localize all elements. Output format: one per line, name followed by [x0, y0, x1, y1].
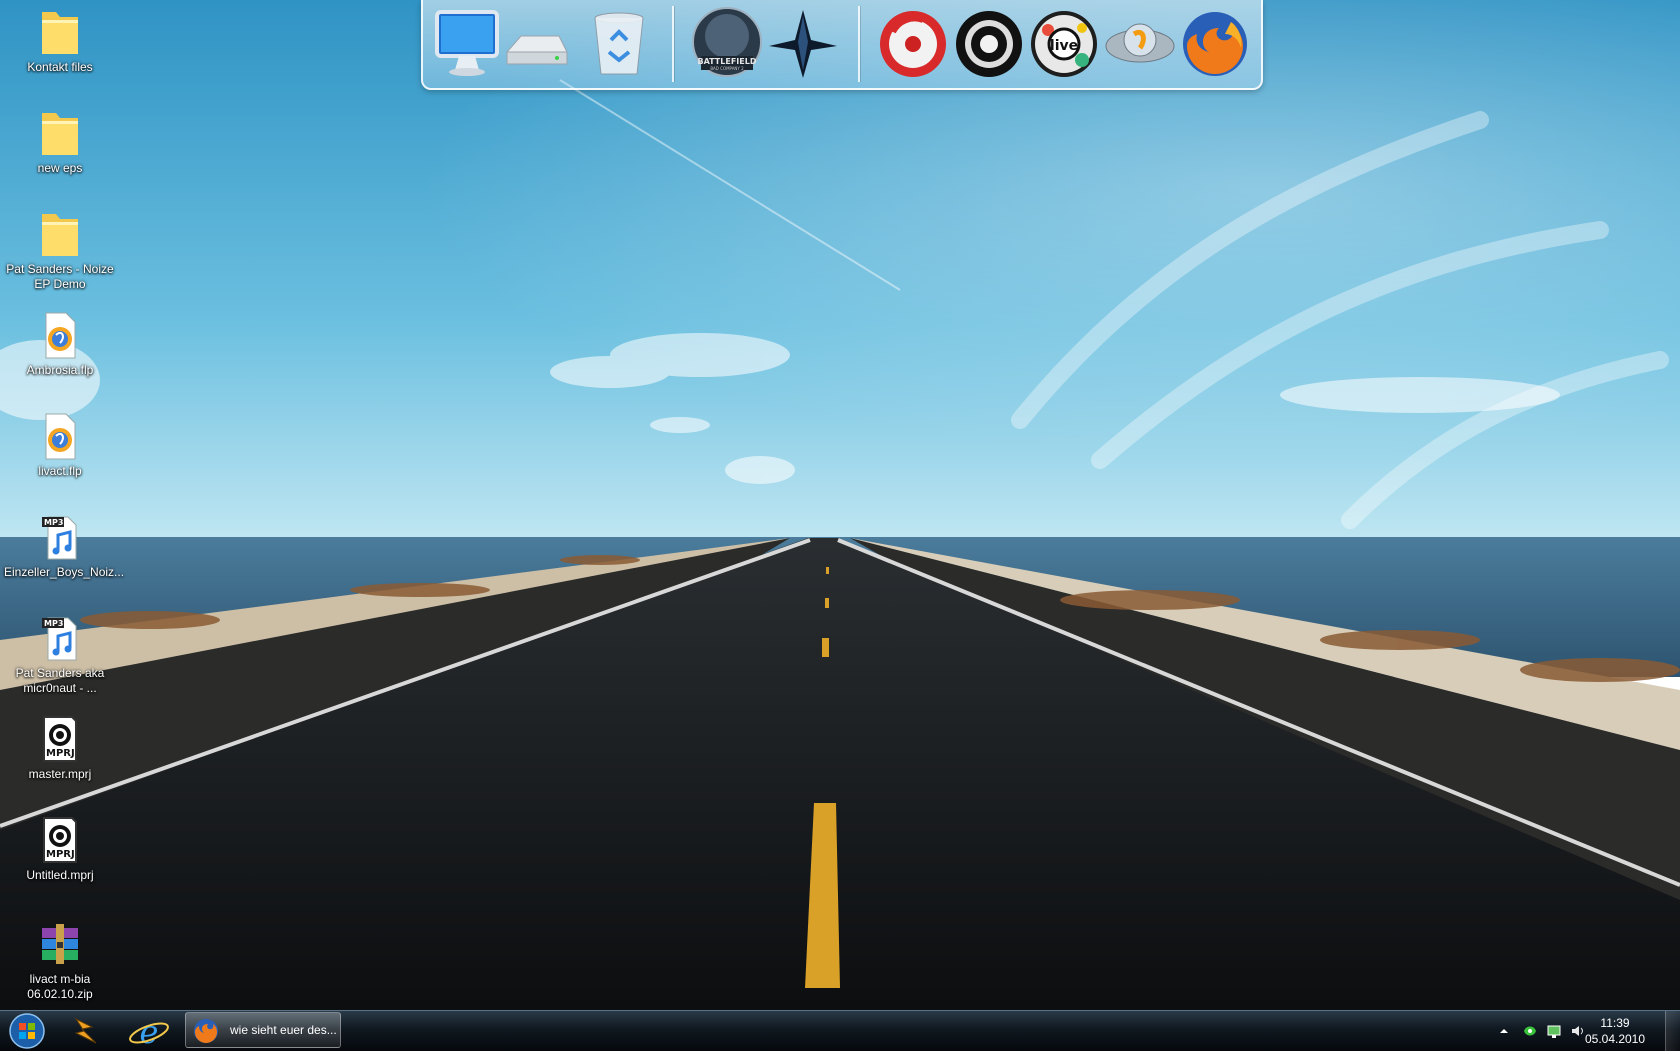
- folder-icon: [36, 208, 84, 260]
- desktop-icon-pat-sanders-mp3[interactable]: MP3 Pat Sanders aka micr0naut - ...: [2, 606, 118, 696]
- dock-item-star-app[interactable]: [767, 6, 839, 80]
- dock-item-drive[interactable]: [501, 6, 573, 80]
- winamp-icon: [74, 1017, 97, 1044]
- taskbar-pin-winamp[interactable]: [62, 1013, 112, 1049]
- dock-item-battlefield[interactable]: BATTLEFIELD BAD COMPANY 2: [691, 6, 763, 80]
- mp3-badge-text: MP3: [44, 619, 63, 628]
- desktop-icon-label: livact m-bia 06.02.10.zip: [27, 972, 93, 1001]
- dock-item-firefox[interactable]: [1179, 6, 1251, 80]
- star-app-icon: [769, 10, 837, 78]
- taskbar-clock[interactable]: 11:39 05.04.2010: [1580, 1015, 1650, 1047]
- desktop-icon-livact-zip[interactable]: livact m-bia 06.02.10.zip: [2, 912, 118, 1002]
- folder-icon: [36, 107, 84, 159]
- recycle-bin-icon: [594, 12, 644, 75]
- desktop-icon-master-mprj[interactable]: MPRJ master.mprj: [2, 707, 118, 782]
- desktop-icon-kontakt-files[interactable]: Kontakt files: [2, 0, 118, 75]
- dock-item-black-disc[interactable]: [953, 6, 1025, 80]
- dock-separator: [672, 6, 674, 82]
- fl-studio-file-icon: [36, 410, 84, 462]
- mp3-file-icon: MP3: [36, 612, 84, 664]
- show-hidden-icons-button[interactable]: [1496, 1023, 1512, 1039]
- mprj-badge-text: MPRJ: [46, 849, 75, 860]
- start-orb-icon: [9, 1013, 45, 1049]
- dock-item-recycle-bin[interactable]: [583, 6, 655, 80]
- desktop-icon-label: Ambrosia.flp: [26, 363, 94, 377]
- taskbar-task-label: wie sieht euer des...: [230, 1023, 337, 1037]
- clock-date: 05.04.2010: [1584, 1032, 1646, 1046]
- internet-explorer-icon: e: [129, 1013, 169, 1051]
- mp3-badge-text: MP3: [44, 518, 63, 527]
- folder-icon: [36, 6, 84, 58]
- desktop-icon-ambrosia-flp[interactable]: Ambrosia.flp: [2, 303, 118, 378]
- desktop-icon-einzeller-mp3[interactable]: MP3 Einzeller_Boys_Noiz...: [2, 505, 125, 580]
- desktop-icon-pat-sanders-folder[interactable]: Pat Sanders - Noize EP Demo: [2, 202, 118, 292]
- desktop-icon-area: Kontakt files new eps Pat Sanders - Noiz…: [0, 0, 125, 1010]
- mprj-file-icon: MPRJ: [36, 713, 84, 765]
- dock-item-red-disc[interactable]: [877, 6, 949, 80]
- dock-item-fl-studio[interactable]: [1104, 6, 1176, 80]
- winrar-archive-icon: [36, 918, 84, 970]
- start-button[interactable]: [4, 1012, 50, 1050]
- dock-item-computer[interactable]: [431, 6, 503, 80]
- drive-icon: [506, 35, 568, 65]
- show-hidden-arrow-icon: [1500, 1029, 1508, 1033]
- battlefield-subtitle-text: BAD COMPANY 2: [710, 66, 744, 71]
- desktop-icon-label: master.mprj: [28, 767, 92, 781]
- desktop-icon-label: Pat Sanders aka micr0naut - ...: [15, 666, 105, 695]
- show-desktop-button[interactable]: [1665, 1011, 1680, 1051]
- mp3-file-icon: MP3: [36, 511, 84, 563]
- fl-studio-file-icon: [36, 309, 84, 361]
- desktop-icon-untitled-mprj[interactable]: MPRJ Untitled.mprj: [2, 808, 118, 883]
- taskbar: e wie sieht euer des... 11:39 05.04.2010: [0, 1010, 1680, 1051]
- battlefield-icon: BATTLEFIELD BAD COMPANY 2: [692, 7, 762, 77]
- desktop-icon-label: Pat Sanders - Noize EP Demo: [6, 262, 114, 291]
- green-tray-icon: [1524, 1026, 1536, 1036]
- desktop-icon-label: Kontakt files: [27, 60, 93, 74]
- taskbar-task-firefox[interactable]: wie sieht euer des...: [185, 1012, 341, 1048]
- computer-icon: [435, 10, 499, 76]
- battlefield-title-text: BATTLEFIELD: [698, 57, 757, 66]
- tray-network[interactable]: [1546, 1023, 1562, 1039]
- fl-studio-icon: [1105, 23, 1175, 63]
- tray-green-app[interactable]: [1522, 1023, 1538, 1039]
- ableton-live-icon: live: [1031, 11, 1097, 77]
- mprj-file-icon: MPRJ: [36, 814, 84, 866]
- desktop-icon-label: livact.flp: [38, 464, 82, 478]
- taskbar-pin-internet-explorer[interactable]: e: [124, 1013, 174, 1051]
- internet-explorer-glyph: e: [140, 1013, 159, 1049]
- desktop-icon-label: new eps: [37, 161, 83, 175]
- clock-time: 11:39: [1600, 1016, 1630, 1030]
- desktop-wallpaper: [0, 0, 1680, 1050]
- desktop-icon-new-eps[interactable]: new eps: [2, 101, 118, 176]
- firefox-icon: [1183, 12, 1247, 76]
- mprj-badge-text: MPRJ: [46, 748, 75, 759]
- network-tray-icon: [1547, 1025, 1561, 1038]
- firefox-icon: [194, 1019, 218, 1043]
- dock-item-ableton-live[interactable]: live: [1028, 6, 1100, 80]
- dock-separator: [858, 6, 860, 82]
- desktop-icon-livact-flp[interactable]: livact.flp: [2, 404, 118, 479]
- icon-dock: BATTLEFIELD BAD COMPANY 2 live: [421, 0, 1263, 90]
- ableton-live-text: live: [1050, 38, 1078, 54]
- desktop-icon-label: Einzeller_Boys_Noiz...: [4, 565, 125, 579]
- red-disc-app-icon: [880, 11, 946, 77]
- desktop-icon-label: Untitled.mprj: [26, 868, 94, 882]
- black-disc-app-icon: [956, 11, 1022, 77]
